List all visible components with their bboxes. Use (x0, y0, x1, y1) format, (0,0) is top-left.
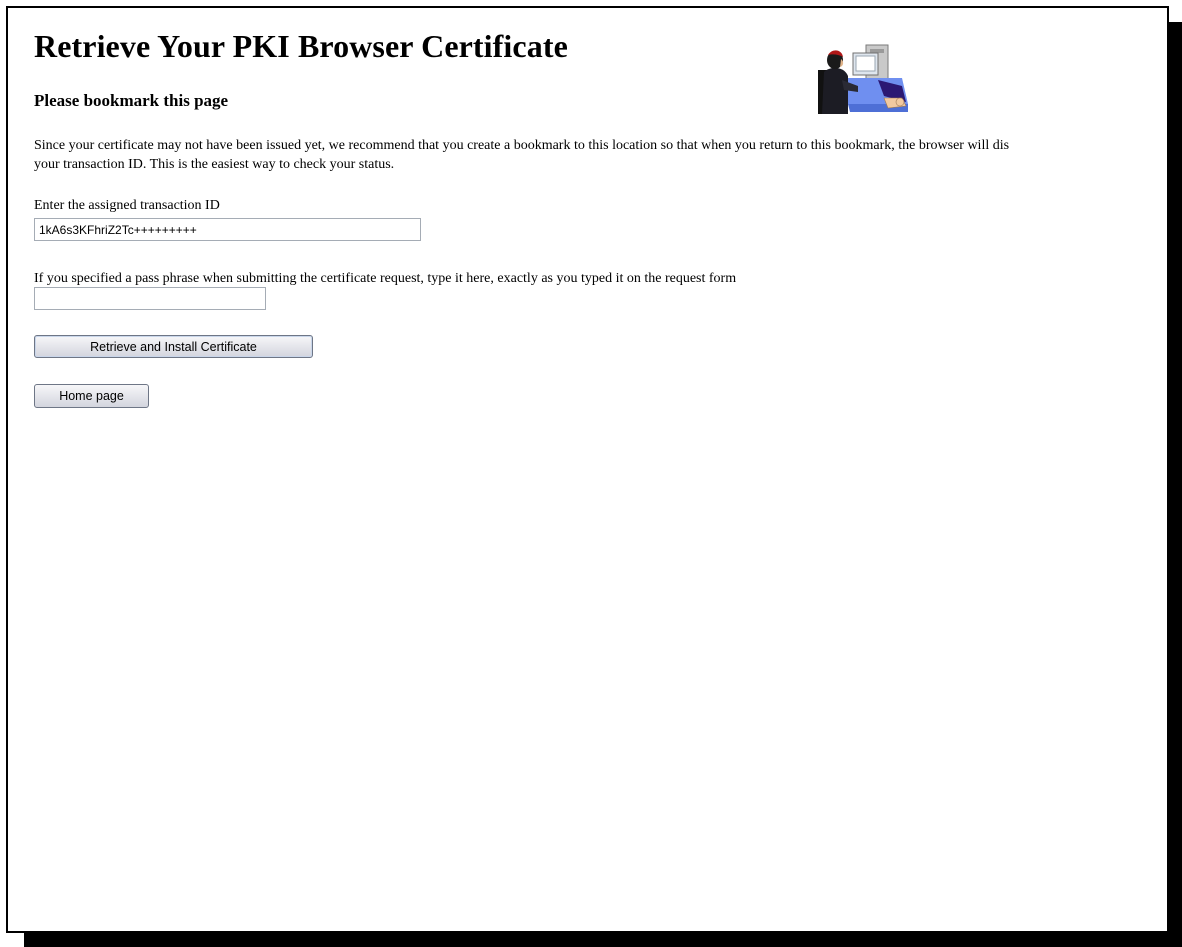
retrieve-install-certificate-button[interactable]: Retrieve and Install Certificate (34, 335, 313, 358)
transaction-id-label: Enter the assigned transaction ID (34, 198, 220, 213)
page-title: Retrieve Your PKI Browser Certificate (34, 28, 568, 64)
intro-line-2: your transaction ID. This is the easiest… (34, 157, 395, 172)
pass-phrase-label: If you specified a pass phrase when subm… (34, 271, 737, 286)
bookmark-heading: Please bookmark this page (34, 91, 229, 110)
home-page-button[interactable]: Home page (34, 384, 149, 408)
transaction-id-input[interactable] (34, 218, 421, 241)
page-frame: Retrieve Your PKI Browser Certificate Pl… (6, 6, 1169, 933)
intro-line-1: Since your certificate may not have been… (34, 138, 1010, 153)
pass-phrase-input[interactable] (34, 287, 266, 310)
person-at-computer-icon (818, 42, 908, 114)
intro-paragraph: Since your certificate may not have been… (34, 136, 1167, 174)
